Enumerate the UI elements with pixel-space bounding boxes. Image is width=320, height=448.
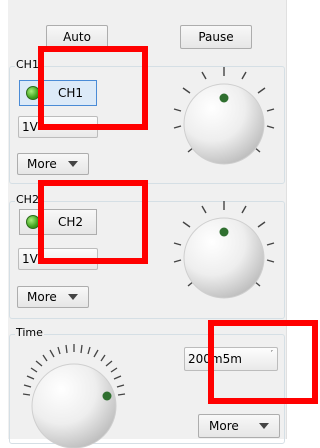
auto-button-label: Auto	[63, 30, 91, 44]
timebase-value: 200m	[188, 352, 223, 366]
ch1-volts-value: 1V	[22, 120, 38, 134]
ch2-more-button[interactable]: More	[17, 286, 89, 308]
ch2-volts-select[interactable]: 1V	[18, 248, 98, 270]
ch1-more-button[interactable]: More	[17, 153, 89, 175]
time-knob-body[interactable]	[31, 363, 117, 448]
time-more-button[interactable]: More	[198, 414, 280, 438]
pause-button[interactable]: Pause	[180, 25, 252, 49]
scope-control-panel: Auto Pause CH1 CH1 1V More CH2 CH2 1V Mo…	[8, 0, 287, 448]
timebase-spin-icon: ′	[270, 349, 273, 360]
time-more-label: More	[209, 419, 239, 433]
chevron-down-icon	[259, 423, 269, 429]
ch1-toggle-button[interactable]: CH1	[19, 80, 97, 106]
ch2-knob-indicator	[219, 227, 229, 237]
ch1-more-label: More	[27, 157, 57, 171]
chevron-down-icon	[68, 294, 78, 300]
ch2-volts-value: 1V	[22, 252, 38, 266]
ch1-toggle-label: CH1	[58, 86, 84, 100]
time-knob[interactable]	[14, 338, 134, 448]
chevron-down-icon	[68, 161, 78, 167]
ch1-volts-select[interactable]: 1V	[18, 116, 98, 138]
auto-button[interactable]: Auto	[46, 25, 108, 49]
timebase-overlay-value: 5m	[222, 352, 242, 366]
ch1-group-label: CH1	[15, 58, 40, 71]
pause-button-label: Pause	[198, 30, 234, 44]
ch2-group-label: CH2	[15, 193, 40, 206]
time-knob-indicator	[102, 391, 112, 401]
ch2-toggle-label: CH2	[58, 215, 84, 229]
ch1-led-icon	[26, 86, 40, 100]
ch2-toggle-button[interactable]: CH2	[19, 209, 97, 235]
ch2-more-label: More	[27, 290, 57, 304]
ch1-knob-indicator	[219, 93, 229, 103]
ch2-knob[interactable]	[168, 196, 280, 308]
ch1-knob[interactable]	[168, 62, 280, 174]
ch2-led-icon	[26, 215, 40, 229]
timebase-select[interactable]: 200m 5m ′	[184, 347, 278, 371]
